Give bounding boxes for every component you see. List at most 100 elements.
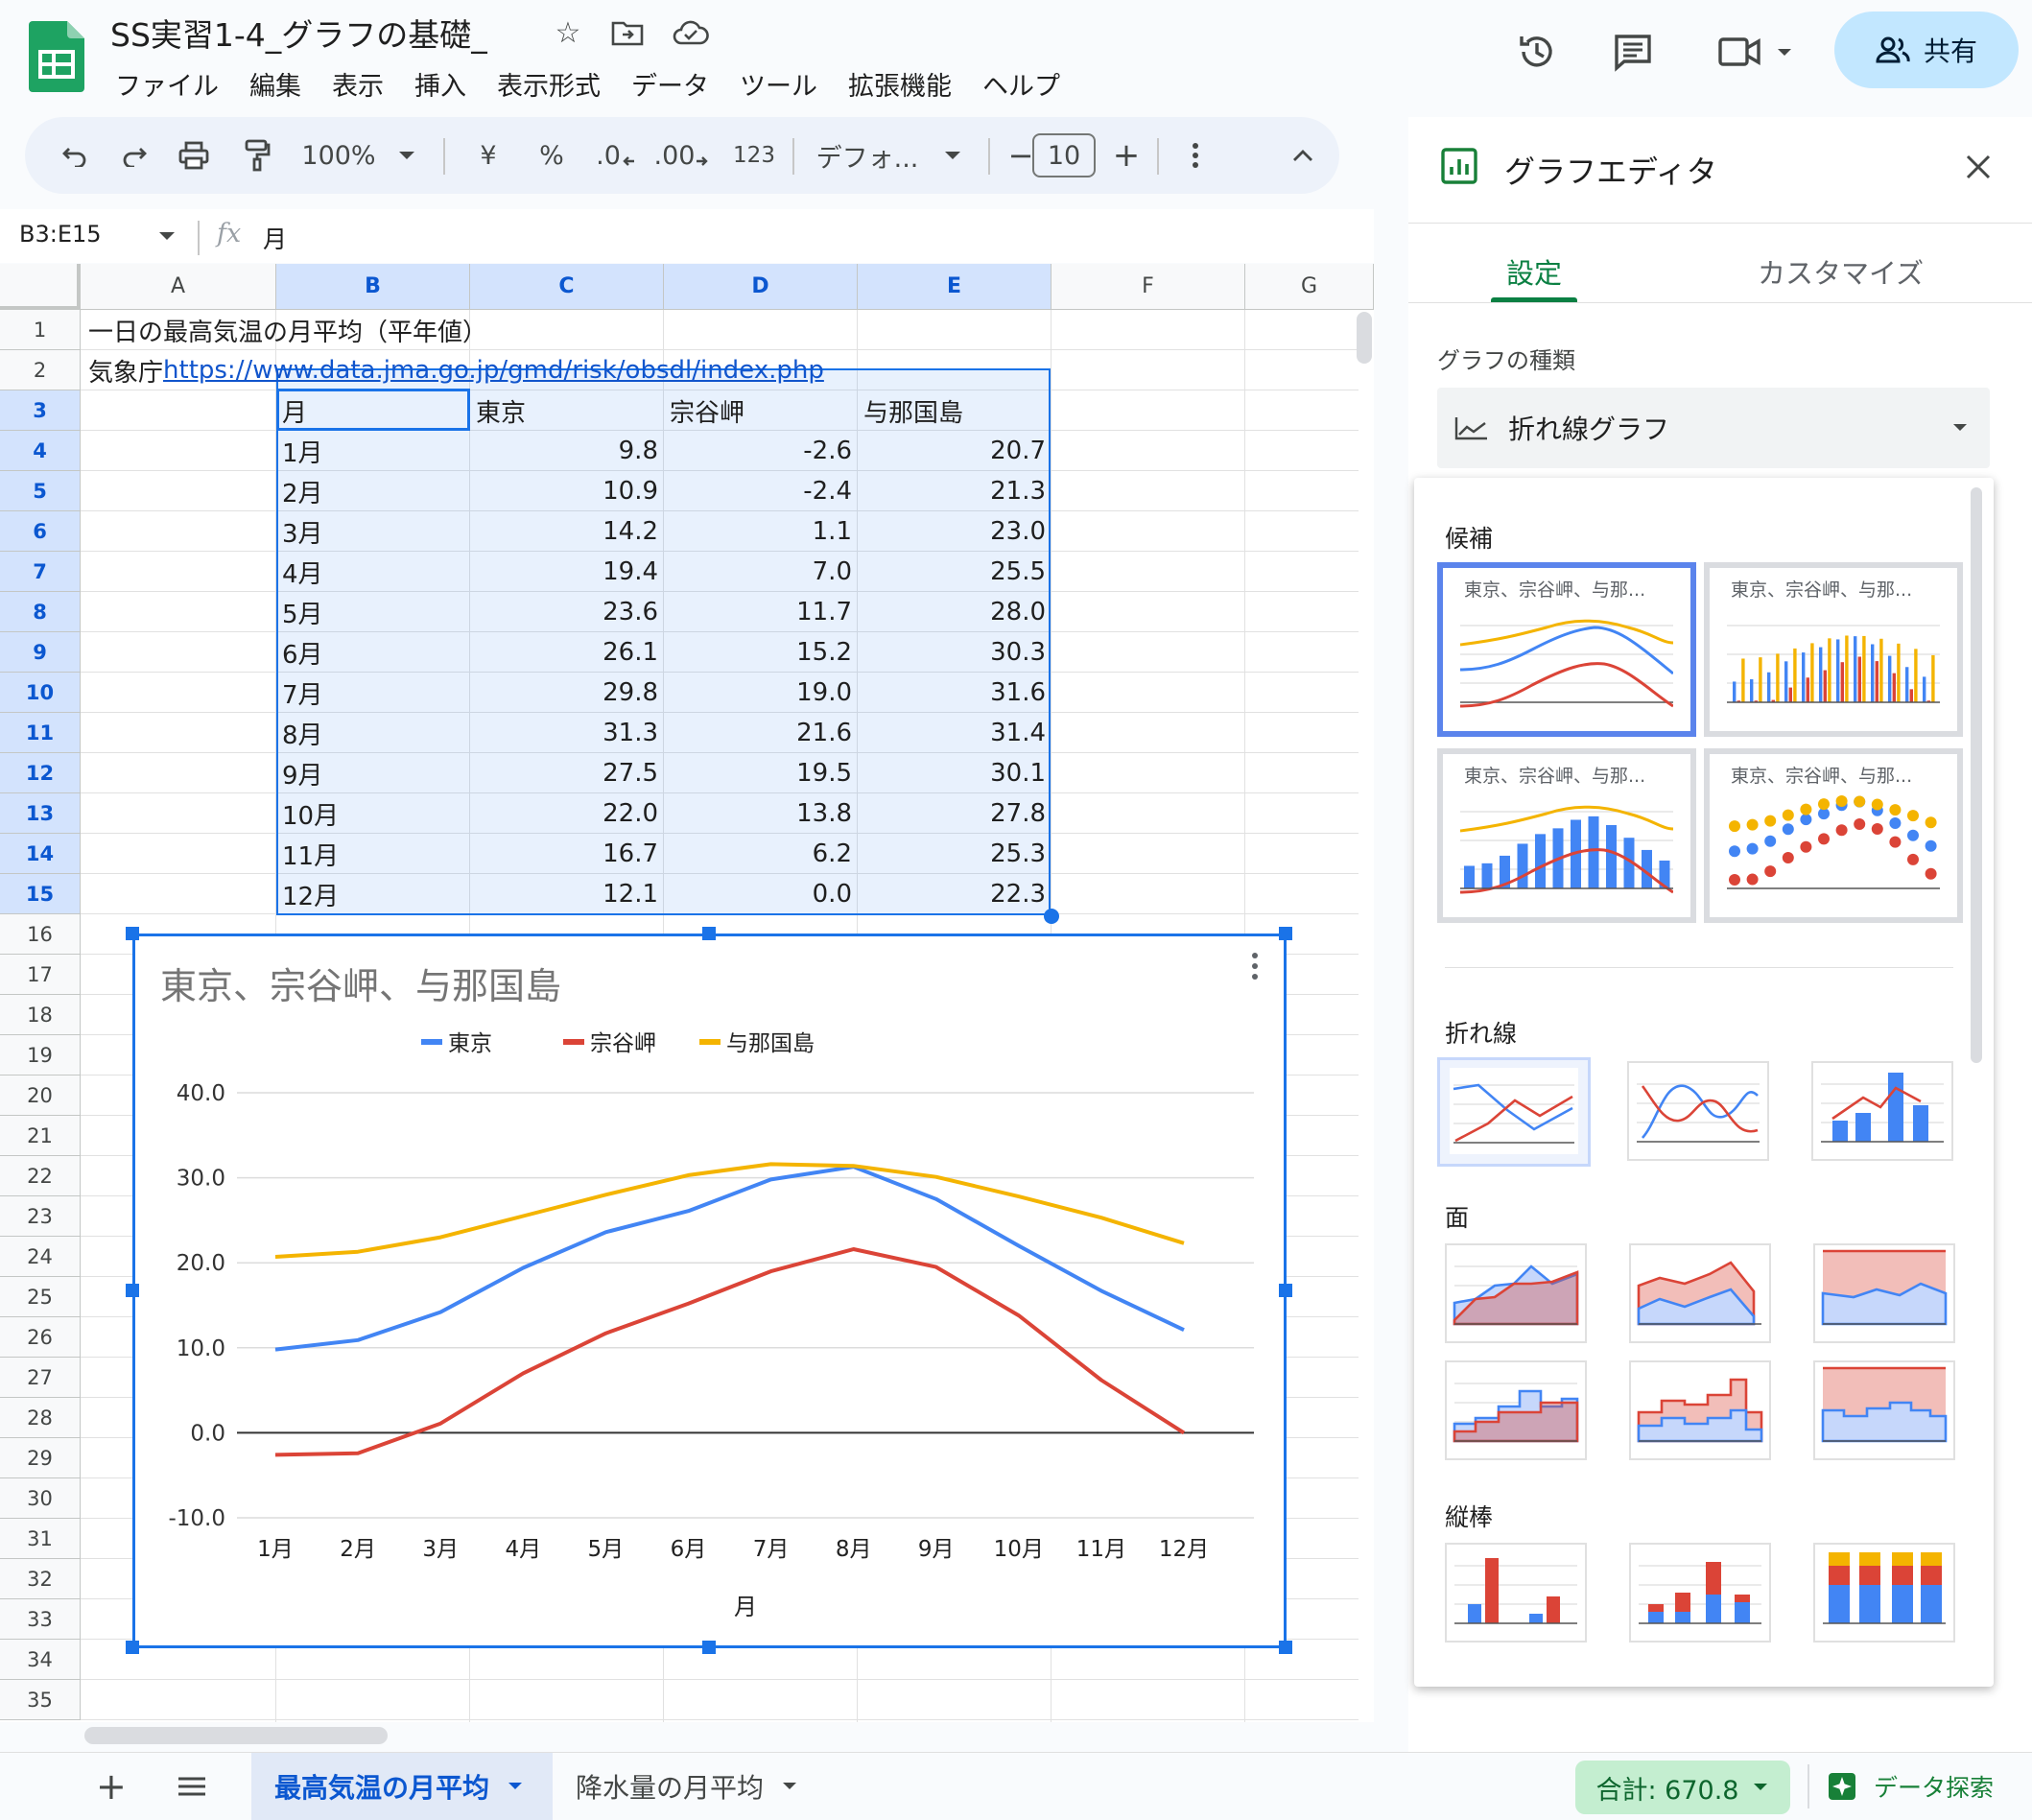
table-cell[interactable]: 22.3 [858,874,1051,914]
embedded-chart[interactable]: 東京、宗谷岬、与那国島 東京 宗谷岬 与那国島 40.0 30.0 20.0 10.0 0.0 -… [132,934,1287,1648]
table-cell[interactable]: 19.4 [470,552,664,592]
resize-handle-sw[interactable] [126,1641,139,1654]
row-header-24[interactable]: 24 [0,1237,81,1277]
menu-help[interactable]: ヘルプ [967,65,1075,104]
close-icon[interactable] [1965,154,1992,184]
combo-chart-option[interactable] [1811,1061,1953,1161]
font-family-select[interactable]: デフォ... [798,117,981,194]
sheet-tab[interactable]: 降水量の月平均 [553,1753,821,1820]
menu-data[interactable]: データ [616,65,724,104]
row-header-1[interactable]: 1 [0,310,81,350]
table-cell[interactable]: 6.2 [664,834,858,874]
row-header-4[interactable]: 4 [0,431,81,471]
menu-view[interactable]: 表示 [317,65,399,104]
share-button[interactable]: 共有 [1834,12,2019,88]
dropdown-scrollbar[interactable] [1971,487,1982,1063]
row-header-5[interactable]: 5 [0,471,81,511]
table-cell[interactable]: 30.1 [858,753,1051,793]
line-chart-option[interactable] [1437,1057,1591,1167]
decrease-decimal-button[interactable]: .0 [587,117,645,194]
table-cell[interactable]: 30.3 [858,632,1051,673]
column-header-d[interactable]: D [664,264,858,310]
suggestion-line-chart[interactable]: 東京、宗谷岬、与那... [1437,562,1696,737]
table-cell[interactable]: 23.6 [470,592,664,632]
table-cell[interactable]: 21.3 [858,471,1051,511]
meet-video-icon[interactable] [1712,25,1804,79]
row-header-19[interactable]: 19 [0,1035,81,1075]
table-cell[interactable]: -2.4 [664,471,858,511]
suggestion-combo-chart[interactable]: 東京、宗谷岬、与那... [1437,748,1696,923]
stepped-area-chart-option[interactable] [1445,1360,1587,1460]
stacked-area-chart-option[interactable] [1629,1243,1771,1343]
row-header-12[interactable]: 12 [0,753,81,793]
smooth-line-chart-option[interactable] [1627,1061,1769,1161]
table-cell[interactable]: 12月 [276,874,470,914]
row-header-16[interactable]: 16 [0,914,81,955]
column-header-e[interactable]: E [858,264,1051,310]
suggestion-scatter-chart[interactable]: 東京、宗谷岬、与那... [1704,748,1963,923]
table-cell[interactable]: 5月 [276,592,470,632]
table-cell[interactable]: 9月 [276,753,470,793]
comments-icon[interactable] [1606,25,1660,79]
table-cell[interactable]: 25.3 [858,834,1051,874]
table-cell[interactable]: 0.0 [664,874,858,914]
row-header-22[interactable]: 22 [0,1156,81,1196]
document-title[interactable]: SS実習1-4_グラフの基礎_ [110,10,487,56]
percent-area-chart-option[interactable] [1813,1243,1955,1343]
table-cell[interactable]: 25.5 [858,552,1051,592]
cell-a2[interactable]: 気象庁 https://www.data.jma.go.jp/gmd/risk/… [83,350,830,390]
tab-setup[interactable]: 設定 [1506,251,1562,292]
row-header-13[interactable]: 13 [0,793,81,834]
row-header-20[interactable]: 20 [0,1075,81,1116]
name-box[interactable]: B3:E15 [19,221,102,248]
vertical-scrollbar[interactable] [1357,312,1372,364]
number-format-button[interactable]: 123 [725,117,783,194]
menu-file[interactable]: ファイル [100,65,234,104]
row-header-6[interactable]: 6 [0,511,81,552]
row-header-35[interactable]: 35 [0,1680,81,1720]
table-cell[interactable]: 7.0 [664,552,858,592]
column-chart-option[interactable] [1445,1543,1587,1643]
area-chart-option[interactable] [1445,1243,1587,1343]
table-cell[interactable]: 2月 [276,471,470,511]
column-header-b[interactable]: B [276,264,470,310]
cell-a1[interactable]: 一日の最高気温の月平均（平年値） [83,310,493,350]
resize-handle-ne[interactable] [1279,927,1292,940]
table-cell[interactable]: 31.6 [858,673,1051,713]
table-cell[interactable]: 26.1 [470,632,664,673]
row-header-9[interactable]: 9 [0,632,81,673]
move-folder-icon[interactable] [606,12,649,54]
table-cell[interactable]: 10月 [276,793,470,834]
resize-handle-n[interactable] [702,927,716,940]
currency-format-button[interactable]: ¥ [464,117,512,194]
stacked-column-option[interactable] [1629,1543,1771,1643]
star-icon[interactable]: ☆ [547,12,589,54]
column-header-a[interactable]: A [81,264,276,310]
tab-customize[interactable]: カスタマイズ [1758,251,1924,292]
menu-format[interactable]: 表示形式 [482,65,616,104]
table-header-cell[interactable]: 宗谷岬 [664,390,858,431]
row-header-11[interactable]: 11 [0,713,81,753]
row-header-26[interactable]: 26 [0,1317,81,1358]
table-cell[interactable]: 21.6 [664,713,858,753]
all-sheets-icon[interactable] [154,1753,230,1820]
formula-input[interactable]: 月 [263,221,287,255]
table-cell[interactable]: 22.0 [470,793,664,834]
row-header-2[interactable]: 2 [0,350,81,390]
table-header-cell[interactable]: 東京 [470,390,664,431]
table-cell[interactable]: 16.7 [470,834,664,874]
select-all-corner[interactable] [0,264,81,310]
table-cell[interactable]: 14.2 [470,511,664,552]
resize-handle-w[interactable] [126,1284,139,1297]
suggestion-column-chart[interactable]: 東京、宗谷岬、与那... [1704,562,1963,737]
undo-icon[interactable] [54,117,96,194]
row-header-32[interactable]: 32 [0,1559,81,1599]
chart-type-select[interactable]: 折れ線グラフ [1437,388,1990,468]
table-cell[interactable]: 15.2 [664,632,858,673]
menu-edit[interactable]: 編集 [234,65,317,104]
cloud-saved-icon[interactable] [670,12,712,54]
table-cell[interactable]: 4月 [276,552,470,592]
horizontal-scrollbar[interactable] [84,1727,388,1744]
caret-down-icon[interactable] [157,230,177,242]
percent-stepped-area-option[interactable] [1813,1360,1955,1460]
